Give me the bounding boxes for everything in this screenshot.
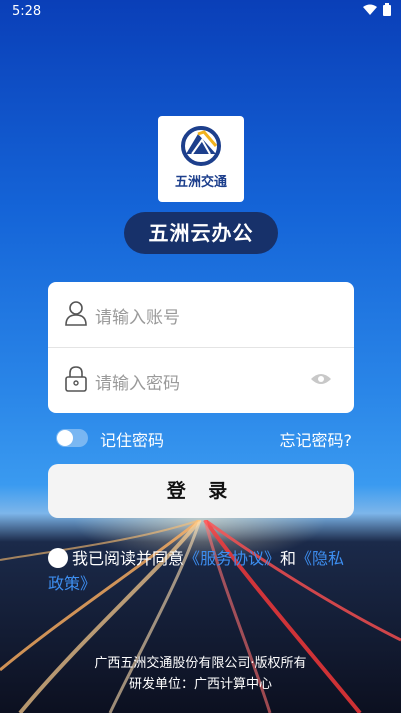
password-field[interactable]: 请输入密码 <box>48 348 354 413</box>
password-input[interactable]: 请输入密码 <box>95 369 180 394</box>
agreement-and: 和 <box>280 549 297 568</box>
login-form-card: 请输入账号 请输入密码 <box>48 282 354 413</box>
username-input[interactable]: 请输入账号 <box>95 303 180 328</box>
show-password-eye-icon[interactable] <box>310 372 332 386</box>
remember-password-label[interactable]: 记住密码 <box>100 427 164 451</box>
remember-row: 记住密码 忘记密码? <box>56 426 352 450</box>
toggle-knob <box>57 430 73 446</box>
agreement-radio[interactable] <box>48 548 68 568</box>
remember-password-toggle[interactable] <box>56 429 88 447</box>
app-title: 五洲云办公 <box>124 212 278 254</box>
battery-icon <box>383 3 391 16</box>
status-bar: 5:28 <box>0 0 401 24</box>
forgot-password-link[interactable]: 忘记密码? <box>280 427 353 451</box>
service-agreement-link[interactable]: 《服务协议》 <box>184 549 280 568</box>
user-icon <box>65 301 87 326</box>
lock-icon <box>65 366 87 392</box>
app-logo: 五洲交通 <box>158 116 244 202</box>
login-button[interactable]: 登 录 <box>48 464 354 518</box>
footer-developer: 研发单位：广西计算中心 <box>128 677 272 692</box>
wifi-icon <box>363 4 377 15</box>
username-field[interactable]: 请输入账号 <box>48 282 354 348</box>
agreement-row: 我已阅读并同意《服务协议》和《隐私政策》 <box>48 546 360 596</box>
status-time: 5:28 <box>12 4 42 19</box>
svg-text:五洲交通: 五洲交通 <box>175 174 227 190</box>
company-logo-icon: 五洲交通 <box>175 126 227 190</box>
footer-copyright: 广西五洲交通股份有限公司·版权所有 <box>94 656 307 671</box>
agreement-prefix: 我已阅读并同意 <box>72 549 185 568</box>
